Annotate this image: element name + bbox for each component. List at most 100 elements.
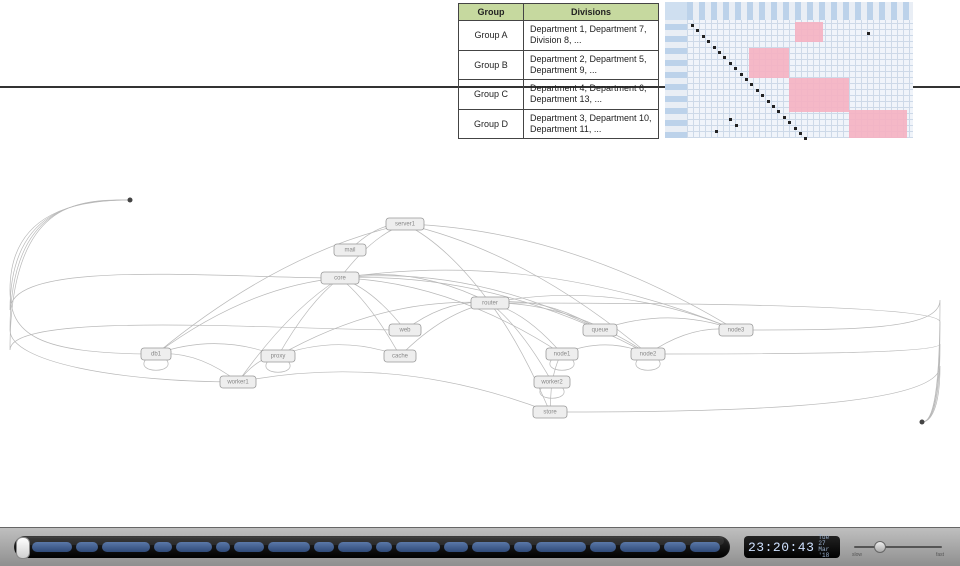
timeline-event[interactable] [76, 542, 98, 552]
graph-node-label: proxy [271, 354, 286, 360]
graph-edge [340, 278, 562, 354]
timeline-event[interactable] [690, 542, 720, 552]
slider-label-fast: fast [936, 552, 944, 558]
matrix-cell [691, 24, 694, 27]
graph-node-label: server1 [395, 222, 416, 228]
graph-node-label: node1 [554, 352, 571, 358]
matrix-cell [756, 89, 759, 92]
matrix-row-headers [665, 20, 687, 138]
timeline-event[interactable] [396, 542, 440, 552]
graph-edge [340, 278, 405, 330]
graph-anchor [128, 198, 133, 203]
graph-edge [340, 270, 736, 330]
graph-edge [278, 278, 340, 356]
graph-edge [10, 200, 340, 310]
matrix-cell [707, 40, 710, 43]
divisions-cell: Department 1, Department 7, Division 8, … [524, 21, 659, 51]
speed-slider[interactable]: slow fast [854, 544, 942, 550]
graph-edge [540, 387, 564, 398]
graph-edge [144, 359, 168, 370]
table-row: Group A Department 1, Department 7, Divi… [459, 21, 659, 51]
matrix-cell [804, 137, 807, 140]
matrix-cell [767, 100, 770, 103]
graph-edge [340, 278, 400, 356]
timeline-event[interactable] [514, 542, 532, 552]
matrix-cell [734, 67, 737, 70]
group-cell: Group B [459, 50, 524, 80]
matrix-cell [702, 35, 705, 38]
matrix-col-headers [687, 2, 913, 20]
graph-node-label: node2 [640, 352, 657, 358]
graph-edge [490, 303, 550, 412]
divisions-cell: Department 4, Department 6, Department 1… [524, 80, 659, 110]
graph-edge [156, 224, 405, 354]
graph-edge [550, 366, 940, 422]
graph-node-label: worker2 [540, 380, 563, 386]
matrix-cell [799, 132, 802, 135]
adjacency-matrix[interactable] [665, 2, 913, 138]
timeline-event[interactable] [472, 542, 510, 552]
timeline-event[interactable] [154, 542, 172, 552]
timeline-event[interactable] [268, 542, 310, 552]
matrix-cell [696, 29, 699, 32]
graph-edge [636, 359, 660, 370]
timeline-event[interactable] [536, 542, 586, 552]
graph-node-label: router [482, 301, 498, 307]
timeline-event[interactable] [338, 542, 372, 552]
matrix-cell [715, 130, 718, 133]
matrix-cell [788, 121, 791, 124]
group-table: Group Divisions Group A Department 1, De… [458, 3, 659, 139]
slider-knob[interactable] [874, 541, 886, 553]
matrix-cell [718, 51, 721, 54]
graph-node-label: node3 [728, 328, 745, 334]
matrix-cell [783, 116, 786, 119]
timeline-event[interactable] [102, 542, 150, 552]
network-graph[interactable]: server1mailcorerouterwebcachedb1proxynod… [0, 150, 960, 450]
matrix-cell [713, 46, 716, 49]
graph-anchor [920, 420, 925, 425]
group-cell: Group A [459, 21, 524, 51]
matrix-cluster [849, 110, 907, 138]
matrix-cell [735, 124, 738, 127]
divisions-header: Divisions [524, 4, 659, 21]
group-header: Group [459, 4, 524, 21]
matrix-cell [745, 78, 748, 81]
graph-edge [10, 200, 238, 382]
graph-node-label: worker1 [226, 380, 249, 386]
slider-label-slow: slow [852, 552, 862, 558]
timeline-event[interactable] [590, 542, 616, 552]
timeline-event[interactable] [664, 542, 686, 552]
table-row: Group B Department 2, Department 5, Depa… [459, 50, 659, 80]
clock-display: 23:20:43 Tue 27 Mar '18 [744, 536, 840, 558]
graph-node-label: mail [344, 248, 355, 254]
timeline-event[interactable] [376, 542, 392, 552]
graph-node-label: cache [392, 354, 409, 360]
timeline-event[interactable] [314, 542, 334, 552]
timeline-event[interactable] [216, 542, 230, 552]
graph-node-label: db1 [151, 352, 162, 358]
timeline-event[interactable] [444, 542, 468, 552]
timeline-event[interactable] [620, 542, 660, 552]
timeline-event[interactable] [176, 542, 212, 552]
timeline-bar: 23:20:43 Tue 27 Mar '18 slow fast [0, 527, 960, 566]
matrix-cell [729, 62, 732, 65]
graph-edge [490, 303, 552, 382]
matrix-cell [750, 83, 753, 86]
matrix-cell [723, 56, 726, 59]
divisions-cell: Department 2, Department 5, Department 9… [524, 50, 659, 80]
timeline-track[interactable] [14, 536, 730, 558]
matrix-cell [777, 110, 780, 113]
graph-node-label: web [398, 328, 411, 334]
table-row: Group C Department 4, Department 6, Depa… [459, 80, 659, 110]
matrix-cell [729, 118, 732, 121]
matrix-cluster [795, 22, 823, 42]
timeline-event[interactable] [234, 542, 264, 552]
graph-edge [266, 361, 290, 372]
divisions-cell: Department 3, Department 10, Department … [524, 109, 659, 139]
timeline-cursor[interactable] [16, 537, 30, 559]
graph-node-label: store [543, 410, 557, 416]
timeline-event[interactable] [32, 542, 72, 552]
graph-edge [550, 359, 574, 370]
clock-time: 23:20:43 [748, 540, 814, 555]
graph-node-label: queue [592, 328, 609, 334]
